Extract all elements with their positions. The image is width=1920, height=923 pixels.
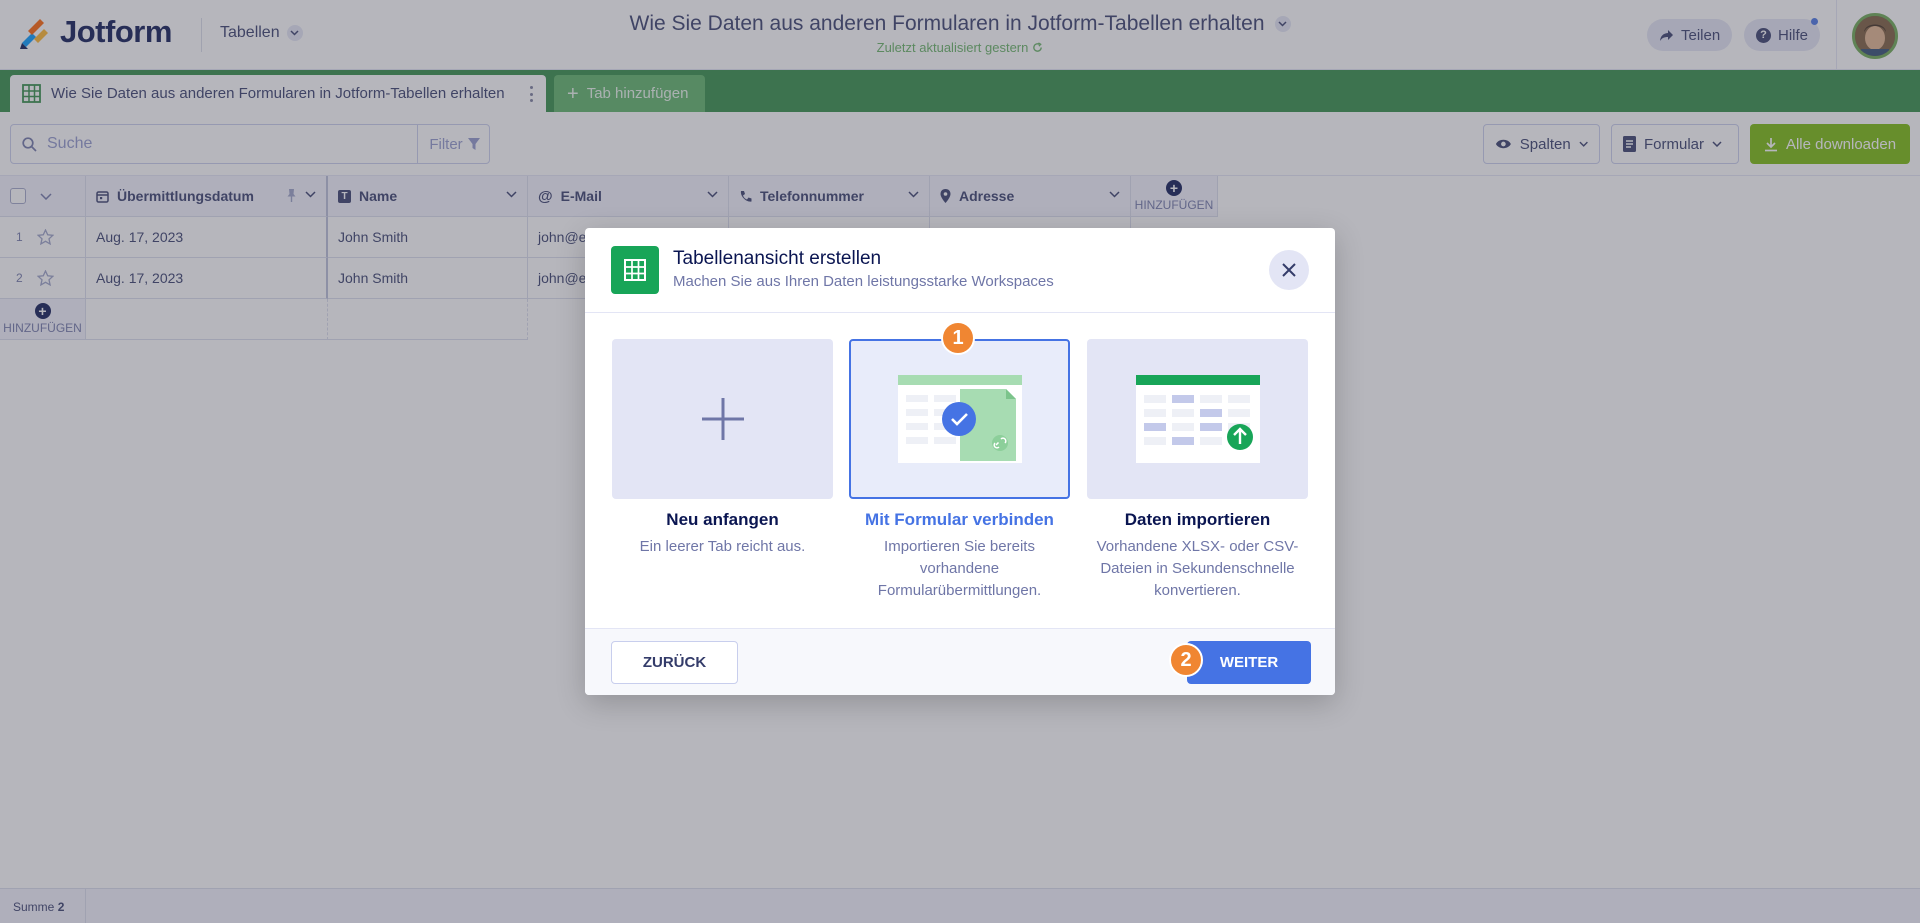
back-button[interactable]: ZURÜCK xyxy=(611,641,738,684)
option-start-new-card[interactable] xyxy=(612,339,833,499)
table-icon xyxy=(611,246,659,294)
close-icon xyxy=(1282,263,1296,277)
option-connect-form-card[interactable] xyxy=(849,339,1070,499)
dialog-title: Tabellenansicht erstellen xyxy=(673,248,882,269)
option-description: Vorhandene XLSX- oder CSV-Dateien in Sek… xyxy=(1096,538,1299,599)
option-title: Daten importieren xyxy=(1124,510,1271,529)
step-2-badge: 2 xyxy=(1169,643,1203,677)
import-data-illustration xyxy=(1135,375,1260,463)
next-button[interactable]: WEITER xyxy=(1187,641,1311,684)
plus-icon xyxy=(701,398,744,440)
option-title: Neu anfangen xyxy=(666,510,779,529)
close-button[interactable] xyxy=(1269,250,1309,290)
create-table-view-dialog: Tabellenansicht erstellen Machen Sie aus… xyxy=(585,228,1335,695)
dialog-footer: ZURÜCK WEITER 2 xyxy=(585,628,1335,695)
dialog-subtitle: Machen Sie aus Ihren Daten leistungsstar… xyxy=(673,273,1054,290)
option-description: Ein leerer Tab reicht aus. xyxy=(639,538,806,555)
connect-form-illustration xyxy=(897,375,1022,463)
step-1-badge: 1 xyxy=(941,321,975,355)
dialog-header: Tabellenansicht erstellen Machen Sie aus… xyxy=(585,228,1335,313)
option-title: Mit Formular verbinden xyxy=(865,510,1054,529)
option-description: Importieren Sie bereits vorhandene Formu… xyxy=(877,538,1042,599)
option-import-data-card[interactable] xyxy=(1087,339,1308,499)
